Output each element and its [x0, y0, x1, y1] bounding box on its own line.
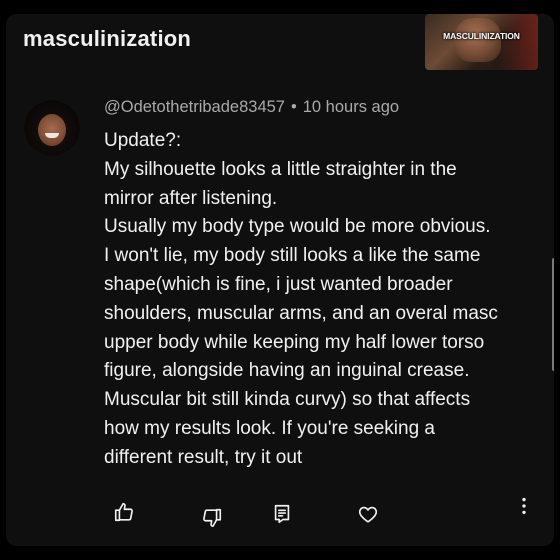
comment-meta: @Odetothetribade83457 • 10 hours ago: [104, 98, 399, 117]
comment-line: figure, alongside having an inguinal cre…: [104, 360, 470, 382]
heart-icon: [358, 506, 378, 523]
comment-line: mirror after listening.: [104, 187, 278, 209]
heart-button[interactable]: [354, 500, 382, 528]
comment-time: 10 hours ago: [302, 98, 400, 116]
comment-card: masculinization MASCULINIZATION @Odetoth…: [6, 14, 554, 546]
comment-line: Muscular bit still kinda curvy) so that …: [104, 389, 471, 411]
like-button[interactable]: [110, 498, 138, 526]
avatar[interactable]: [24, 100, 80, 156]
thumbs-up-icon: [114, 502, 133, 522]
comment-actions: [6, 497, 554, 538]
reply-button[interactable]: [268, 500, 296, 528]
more-options-button[interactable]: [510, 492, 538, 520]
thumbs-down-icon: [203, 508, 222, 528]
comment-body: Update?: My silhouette looks a little st…: [104, 127, 544, 473]
dislike-button[interactable]: [198, 504, 226, 532]
comment-line: different result, try it out: [104, 446, 303, 468]
page-title: masculinization: [23, 26, 192, 51]
comment-line: upper body while keeping my half lower t…: [104, 331, 485, 353]
comment-author[interactable]: @Odetothetribade83457: [104, 98, 285, 116]
comment-line: Update?:: [104, 130, 182, 151]
scrollbar[interactable]: [552, 258, 554, 371]
comment-line: shoulders, muscular arms, and an overal …: [104, 302, 498, 324]
comment-line: My silhouette looks a little straighter …: [104, 158, 457, 180]
comment-line: how my results look. If you're seeking a: [104, 417, 435, 439]
comment-line: I won't lie, my body still looks a like …: [104, 245, 481, 267]
header: masculinization MASCULINIZATION: [6, 14, 554, 94]
comment-line: Usually my body type would be more obvio…: [104, 216, 491, 238]
thumbnail-label: MASCULINIZATION: [443, 31, 520, 41]
more-vertical-icon: [522, 497, 526, 515]
video-thumbnail[interactable]: MASCULINIZATION: [425, 14, 538, 70]
meta-separator: •: [290, 98, 297, 116]
thumbnail-glow: [498, 14, 538, 70]
comment-icon: [274, 504, 290, 524]
avatar-face: [38, 114, 66, 146]
comment-line: shape(which is fine, i just wanted broad…: [104, 273, 453, 295]
